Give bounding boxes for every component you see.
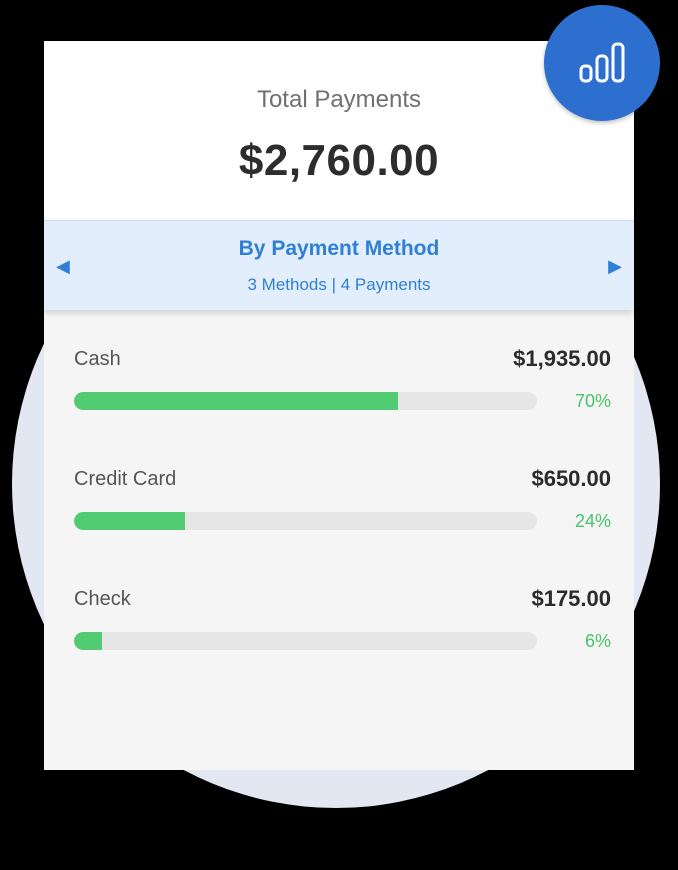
progress-track: [74, 632, 537, 650]
method-percent: 70%: [574, 391, 611, 411]
method-amount: $650.00: [531, 466, 611, 491]
progress-track: [74, 392, 537, 410]
total-payments-label: Total Payments: [256, 86, 422, 113]
progress-track: [74, 512, 537, 530]
grouping-selector: ◀ By Payment Method 3 Methods | 4 Paymen…: [44, 220, 634, 310]
method-row-cash: Cash $1,935.00 70%: [74, 346, 611, 428]
progress-fill: [74, 632, 102, 650]
method-percent: 24%: [574, 511, 611, 531]
grouping-subtitle: 3 Methods | 4 Payments: [247, 275, 431, 294]
method-label: Credit Card: [74, 468, 177, 490]
method-percent: 6%: [584, 631, 611, 651]
method-amount: $1,935.00: [513, 346, 611, 371]
method-row-check: Check $175.00 6%: [74, 586, 611, 668]
method-label: Cash: [74, 348, 121, 370]
triangle-right-icon[interactable]: ▶: [608, 254, 622, 278]
method-amount: $175.00: [531, 586, 611, 611]
method-label: Check: [74, 588, 131, 610]
progress-fill: [74, 392, 399, 410]
reports-button[interactable]: [544, 5, 660, 121]
method-row-credit-card: Credit Card $650.00 24%: [74, 466, 611, 548]
bar-chart-icon: [579, 42, 625, 83]
total-payments-amount: $2,760.00: [238, 136, 440, 185]
payments-summary-card: Total Payments $2,760.00 ◀ By Payment Me…: [44, 41, 634, 770]
progress-fill: [74, 512, 186, 530]
grouping-title: By Payment Method: [238, 237, 440, 260]
